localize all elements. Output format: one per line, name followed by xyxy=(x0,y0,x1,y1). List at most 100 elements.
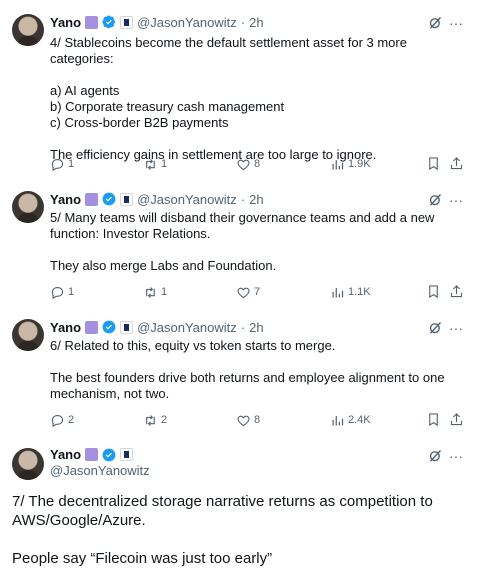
avatar[interactable] xyxy=(12,191,44,223)
text-line xyxy=(50,131,463,147)
heart-icon xyxy=(237,287,250,298)
tweet-text: 5/ Many teams will disband their governa… xyxy=(50,210,463,274)
grok-icon[interactable] xyxy=(428,448,443,463)
repost-icon xyxy=(146,414,155,426)
grok-icon[interactable] xyxy=(428,192,443,207)
tweet-text: 7/ The decentralized storage narrative r… xyxy=(12,492,465,568)
text-line xyxy=(50,67,463,83)
verified-icon xyxy=(102,448,116,461)
text-line: function: Investor Relations. xyxy=(50,226,211,241)
text-line: 6/ Related to this, equity vs token star… xyxy=(50,338,336,353)
author-handle[interactable]: @JasonYanowitz xyxy=(137,192,237,207)
like-button[interactable]: 7 xyxy=(236,283,260,301)
author-name[interactable]: Yano xyxy=(50,447,81,462)
avatar[interactable] xyxy=(12,14,44,46)
purple-badge-icon xyxy=(85,448,99,461)
verified-icon xyxy=(102,320,116,334)
like-count: 8 xyxy=(254,414,261,426)
views-button[interactable]: 1.1K xyxy=(330,283,371,301)
action-bar: 2 2 8 2.4K xyxy=(50,411,464,429)
text-line: 4/ Stablecoins become the default settle… xyxy=(50,35,411,66)
reply-button[interactable]: 1 xyxy=(50,155,74,173)
views-icon xyxy=(332,159,344,169)
author-handle[interactable]: @JasonYanowitz xyxy=(137,15,237,30)
text-line xyxy=(50,354,463,370)
repost-icon xyxy=(146,158,155,170)
more-icon[interactable]: ··· xyxy=(449,449,463,463)
reply-button[interactable]: 2 xyxy=(50,411,74,429)
reply-icon xyxy=(51,286,64,299)
views-count: 1.1K xyxy=(348,286,371,298)
text-line xyxy=(12,530,465,549)
like-count: 8 xyxy=(254,158,261,170)
tweet-header: Yano @JasonYanowitz · 2h xyxy=(50,190,264,208)
avatar[interactable] xyxy=(12,448,44,480)
like-count: 7 xyxy=(254,286,261,298)
more-icon[interactable]: ··· xyxy=(449,16,463,30)
verified-icon xyxy=(102,15,116,29)
author-name[interactable]: Yano xyxy=(50,320,81,335)
author-name[interactable]: Yano xyxy=(50,15,81,30)
reply-button[interactable]: 1 xyxy=(50,283,74,301)
timestamp[interactable]: 2h xyxy=(249,192,263,207)
more-icon[interactable]: ··· xyxy=(449,193,463,207)
like-button[interactable]: 8 xyxy=(236,411,260,429)
share-icon[interactable] xyxy=(449,156,464,171)
reply-icon xyxy=(51,158,64,171)
text-line: People say “Filecoin was just too early” xyxy=(12,550,273,567)
avatar[interactable] xyxy=(12,319,44,351)
text-line: The best founders drive both returns and… xyxy=(50,370,445,385)
author-name[interactable]: Yano xyxy=(50,192,81,207)
tweet-header: Yano xyxy=(50,447,134,462)
repost-count: 2 xyxy=(161,414,168,426)
views-icon xyxy=(332,415,344,425)
text-line: They also merge Labs and Foundation. xyxy=(50,258,277,273)
reply-icon xyxy=(51,414,64,427)
repost-button[interactable]: 2 xyxy=(143,411,167,429)
views-icon xyxy=(332,287,344,297)
affiliate-badge-icon xyxy=(120,192,134,206)
text-line: b) Corporate treasury cash management xyxy=(50,99,285,114)
bookmark-icon[interactable] xyxy=(426,284,441,299)
verified-icon xyxy=(102,192,116,206)
like-button[interactable]: 8 xyxy=(236,155,260,173)
affiliate-badge-icon xyxy=(120,320,134,334)
purple-badge-icon xyxy=(85,15,99,29)
tweet-text: 4/ Stablecoins become the default settle… xyxy=(50,35,463,163)
bookmark-icon[interactable] xyxy=(426,412,441,427)
bookmark-icon[interactable] xyxy=(426,156,441,171)
grok-icon[interactable] xyxy=(428,320,443,335)
repost-count: 1 xyxy=(161,158,168,170)
author-handle[interactable]: @JasonYanowitz xyxy=(50,463,150,478)
views-button[interactable]: 1.9K xyxy=(330,155,371,173)
share-icon[interactable] xyxy=(449,284,464,299)
repost-count: 1 xyxy=(161,286,168,298)
tweet-header: Yano @JasonYanowitz · 2h xyxy=(50,13,264,31)
grok-icon[interactable] xyxy=(428,15,443,30)
timestamp[interactable]: 2h xyxy=(249,15,263,30)
timestamp[interactable]: 2h xyxy=(249,320,263,335)
separator: · xyxy=(240,191,246,207)
heart-icon xyxy=(237,415,250,426)
repost-button[interactable]: 1 xyxy=(143,155,167,173)
reply-count: 2 xyxy=(68,414,75,426)
repost-button[interactable]: 1 xyxy=(143,283,167,301)
separator: · xyxy=(240,14,246,30)
more-icon[interactable]: ··· xyxy=(449,321,463,335)
text-line: a) AI agents xyxy=(50,83,120,98)
text-line: 7/ The decentralized storage narrative r… xyxy=(12,493,433,510)
text-line: 5/ Many teams will disband their governa… xyxy=(50,210,435,225)
tweet-header: Yano @JasonYanowitz · 2h xyxy=(50,318,264,336)
affiliate-badge-icon xyxy=(120,15,134,29)
views-count: 1.9K xyxy=(348,158,371,170)
views-button[interactable]: 2.4K xyxy=(330,411,371,429)
text-line: AWS/Google/Azure. xyxy=(12,512,146,529)
share-icon[interactable] xyxy=(449,412,464,427)
action-bar: 1 1 8 1.9K xyxy=(50,155,464,173)
affiliate-badge-icon xyxy=(120,448,134,461)
reply-count: 1 xyxy=(68,286,75,298)
repost-icon xyxy=(146,286,155,298)
purple-badge-icon xyxy=(85,192,99,206)
text-line: c) Cross-border B2B payments xyxy=(50,115,229,130)
author-handle[interactable]: @JasonYanowitz xyxy=(137,320,237,335)
